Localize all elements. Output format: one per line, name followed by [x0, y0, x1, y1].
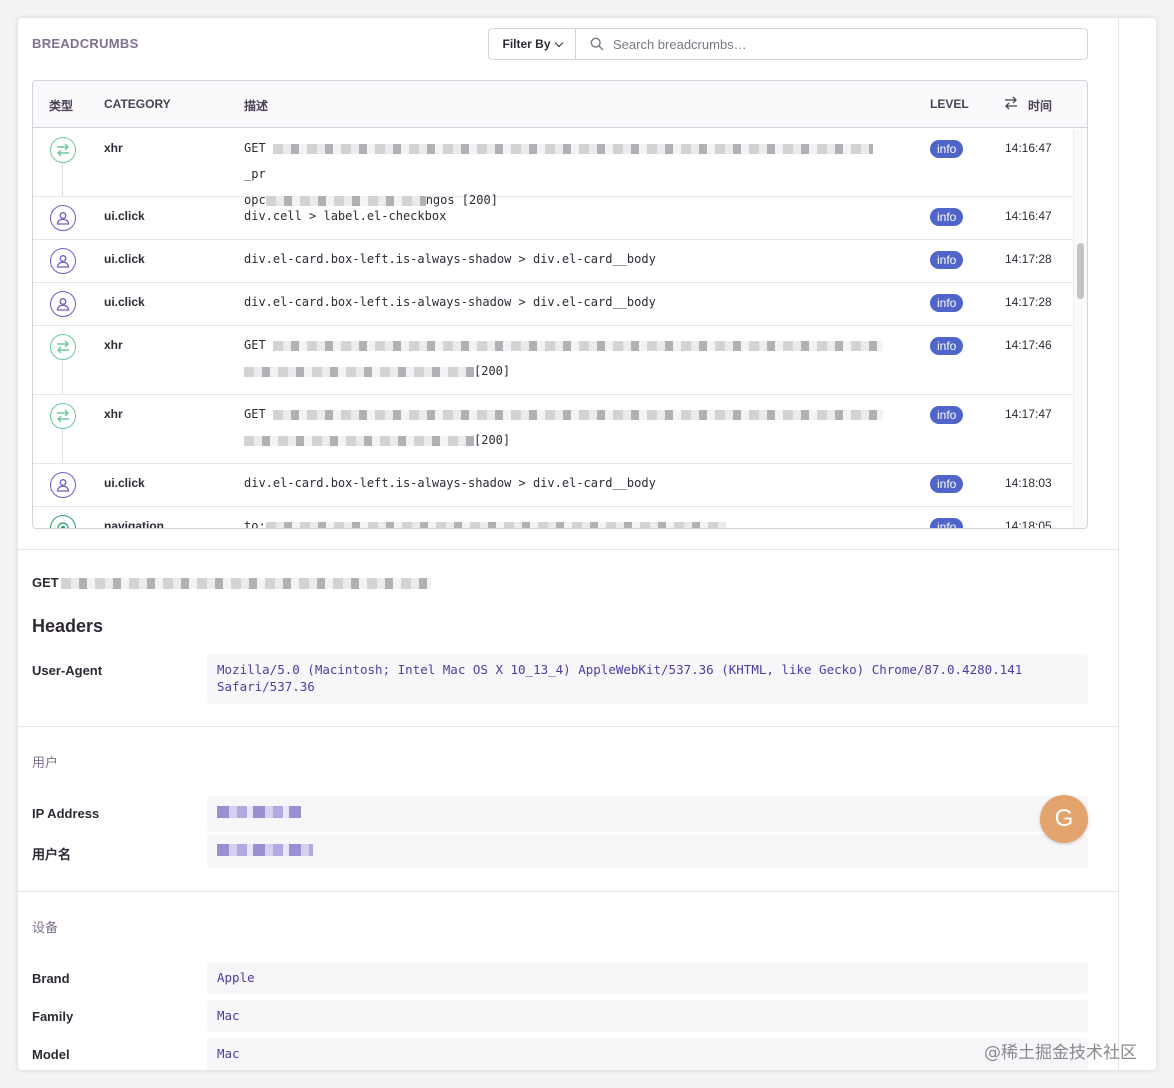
table-header: 类型 CATEGORY 描述 LEVEL 时间 — [33, 81, 1087, 128]
timeline-line — [62, 429, 63, 464]
user-icon — [50, 205, 76, 231]
device-model-value: Mac — [207, 1038, 1088, 1070]
row-description: to: — [244, 513, 894, 528]
filter-by-button[interactable]: Filter By — [488, 28, 576, 60]
table-row[interactable]: xhr GET _pr opc ngos [200] info 14:16:47 — [33, 129, 1073, 207]
table-row[interactable]: ui.click div.el-card.box-left.is-always-… — [33, 464, 1073, 507]
level-badge: info — [930, 337, 964, 355]
row-category: navigation — [104, 519, 165, 529]
username-value — [207, 834, 1088, 868]
level-badge: info — [930, 518, 964, 528]
header-value-user-agent: Mozilla/5.0 (Macintosh; Intel Mac OS X 1… — [207, 654, 1088, 704]
request-url: GET — [32, 575, 431, 590]
sidebar-divider — [1118, 18, 1119, 1070]
level-badge: info — [930, 251, 964, 269]
row-time: 14:16:47 — [1005, 209, 1052, 223]
row-description: div.el-card.box-left.is-always-shadow > … — [244, 476, 656, 490]
row-time: 14:17:47 — [1005, 407, 1052, 421]
ip-address-label: IP Address — [32, 806, 100, 821]
row-description: GET [200] — [244, 332, 894, 384]
headers-title: Headers — [32, 616, 104, 636]
scrollbar-track[interactable] — [1073, 129, 1087, 528]
avatar[interactable]: G — [1040, 795, 1088, 843]
section-divider — [18, 891, 1118, 892]
row-time: 14:17:28 — [1005, 252, 1052, 266]
column-category: CATEGORY — [104, 97, 171, 111]
level-badge: info — [930, 140, 964, 158]
table-row[interactable]: navigation to: info 14:18:05 — [33, 507, 1073, 529]
row-category: ui.click — [104, 295, 145, 309]
row-category: xhr — [104, 141, 123, 155]
row-category: xhr — [104, 338, 123, 352]
filter-by-label: Filter By — [502, 37, 551, 51]
sort-swap-icon[interactable] — [1004, 96, 1018, 110]
location-icon — [50, 515, 76, 528]
level-badge: info — [930, 406, 964, 424]
row-time: 14:18:05 — [1005, 519, 1052, 529]
section-divider — [18, 549, 1118, 550]
timeline-line — [62, 360, 63, 395]
ip-address-value — [207, 796, 1088, 832]
chevron-down-icon — [554, 38, 563, 47]
device-family-value: Mac — [207, 1000, 1088, 1032]
column-type: 类型 — [49, 99, 74, 113]
device-brand-label: Brand — [32, 971, 70, 986]
swap-arrows-icon — [50, 403, 76, 429]
device-brand-value: Apple — [207, 962, 1088, 994]
section-divider — [18, 726, 1118, 727]
row-description: div.cell > label.el-checkbox — [244, 209, 447, 223]
scrollbar-thumb[interactable] — [1077, 243, 1084, 299]
row-time: 14:17:28 — [1005, 295, 1052, 309]
row-description: GET [200] — [244, 401, 894, 453]
level-badge: info — [930, 294, 964, 312]
event-details-card: BREADCRUMBS Filter By 类型 CATEGORY 描述 LEV… — [18, 18, 1156, 1070]
device-section-title: 设备 — [32, 920, 59, 935]
row-time: 14:17:46 — [1005, 338, 1052, 352]
user-icon — [50, 291, 76, 317]
level-badge: info — [930, 208, 964, 226]
row-category: ui.click — [104, 476, 145, 490]
row-category: xhr — [104, 407, 123, 421]
table-body: xhr GET _pr opc ngos [200] info 14:16:47 … — [33, 129, 1073, 529]
table-row[interactable]: ui.click div.el-card.box-left.is-always-… — [33, 283, 1073, 326]
watermark: @稀土掘金技术社区 — [984, 1043, 1137, 1063]
user-icon — [50, 248, 76, 274]
device-family-label: Family — [32, 1009, 74, 1024]
row-category: ui.click — [104, 209, 145, 223]
table-row[interactable]: ui.click div.el-card.box-left.is-always-… — [33, 240, 1073, 283]
level-badge: info — [930, 475, 964, 493]
table-row[interactable]: xhr GET [200] info 14:17:47 — [33, 395, 1073, 464]
search-box[interactable] — [575, 28, 1088, 60]
row-description: div.el-card.box-left.is-always-shadow > … — [244, 295, 656, 309]
table-row[interactable]: xhr GET [200] info 14:17:46 — [33, 326, 1073, 395]
breadcrumbs-title: BREADCRUMBS — [32, 36, 139, 51]
row-description: div.el-card.box-left.is-always-shadow > … — [244, 252, 656, 266]
breadcrumbs-table: 类型 CATEGORY 描述 LEVEL 时间 xhr GET _pr opc n… — [32, 80, 1088, 529]
swap-arrows-icon — [50, 137, 76, 163]
header-key-user-agent: User-Agent — [32, 663, 103, 678]
user-icon — [50, 472, 76, 498]
username-label: 用户名 — [32, 847, 72, 862]
swap-arrows-icon — [50, 334, 76, 360]
row-category: ui.click — [104, 252, 145, 266]
column-level: LEVEL — [930, 97, 969, 111]
table-row[interactable]: ui.click div.cell > label.el-checkbox in… — [33, 197, 1073, 240]
device-model-label: Model — [32, 1047, 70, 1062]
row-time: 14:16:47 — [1005, 141, 1052, 155]
column-time[interactable]: 时间 — [1028, 97, 1052, 114]
column-description: 描述 — [244, 99, 269, 113]
row-time: 14:18:03 — [1005, 476, 1052, 490]
search-input[interactable] — [613, 36, 1053, 52]
search-icon — [590, 37, 604, 51]
user-section-title: 用户 — [32, 755, 59, 770]
timeline-line — [62, 163, 63, 197]
